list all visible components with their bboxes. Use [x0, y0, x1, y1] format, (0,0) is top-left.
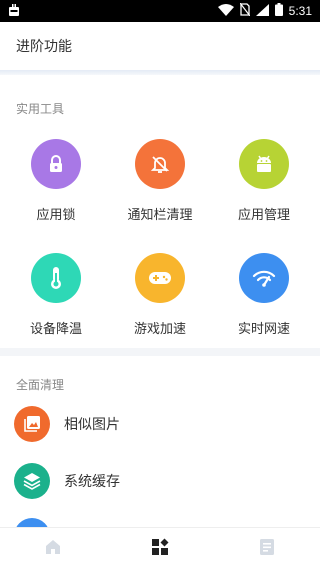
tool-label: 实时网速 — [237, 322, 290, 337]
tool-notification-clean[interactable]: 通知栏清理 — [110, 139, 210, 229]
list-item-system-cache[interactable]: 系统缓存 — [14, 461, 306, 501]
section-title-clean: 全面清理 — [16, 378, 65, 392]
clock: 5:31 — [288, 4, 312, 18]
wifi-icon — [217, 3, 234, 19]
section-title-tools: 实用工具 — [16, 102, 65, 116]
tool-device-cooling[interactable]: 设备降温 — [6, 253, 106, 343]
status-bar: 5:31 — [0, 0, 320, 22]
battery-icon — [274, 3, 283, 19]
layers-icon — [14, 463, 50, 499]
lock-icon — [31, 139, 81, 189]
android-icon — [239, 139, 289, 189]
notification-icon — [8, 3, 20, 20]
wifi-speed-icon — [239, 253, 289, 303]
page-title: 进阶功能 — [16, 39, 72, 55]
document-icon — [259, 538, 275, 560]
nav-features[interactable] — [130, 529, 190, 569]
list-label: 相似图片 — [64, 417, 120, 433]
thermometer-icon — [31, 253, 81, 303]
signal-icon — [255, 3, 269, 19]
nav-list[interactable] — [237, 529, 297, 569]
photos-icon — [14, 406, 50, 442]
grid-icon — [151, 538, 169, 560]
no-sim-icon — [239, 2, 251, 19]
tool-label: 设备降温 — [29, 322, 82, 337]
gamepad-icon — [135, 253, 185, 303]
list-item-similar-photos[interactable]: 相似图片 — [14, 404, 306, 444]
bell-off-icon — [135, 139, 185, 189]
nav-home[interactable] — [23, 529, 83, 569]
page-header: 进阶功能 — [0, 22, 320, 70]
home-icon — [44, 538, 62, 560]
tool-label: 游戏加速 — [133, 322, 186, 337]
tool-game-boost[interactable]: 游戏加速 — [110, 253, 210, 343]
section-divider — [0, 348, 320, 356]
tool-network-speed[interactable]: 实时网速 — [214, 253, 314, 343]
tool-label: 应用锁 — [36, 208, 76, 223]
tool-app-lock[interactable]: 应用锁 — [6, 139, 106, 229]
tool-label: 应用管理 — [237, 208, 290, 223]
bottom-nav — [0, 527, 320, 569]
header-divider — [0, 70, 320, 75]
tool-label: 通知栏清理 — [127, 208, 193, 223]
list-label: 系统缓存 — [64, 474, 120, 490]
tool-app-manager[interactable]: 应用管理 — [214, 139, 314, 229]
